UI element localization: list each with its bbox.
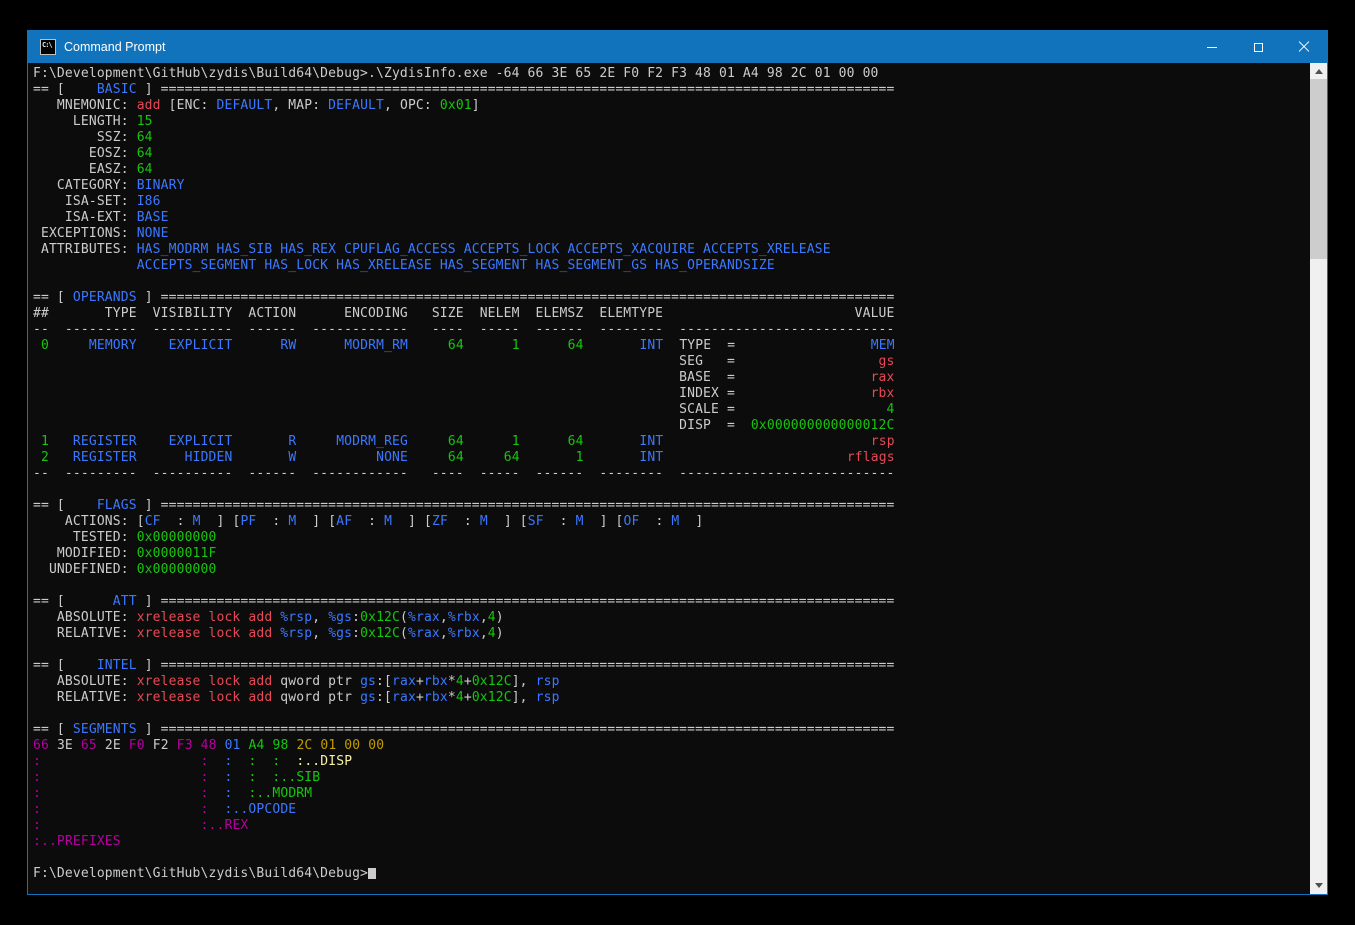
terminal-line: RELATIVE: xrelease lock add %rsp, %gs:0x… (33, 626, 1310, 642)
terminal-line (33, 578, 1310, 594)
cmd-icon[interactable]: C:\ (40, 39, 56, 55)
cmd-icon-text: C:\ (42, 41, 52, 49)
scroll-up-icon (1315, 69, 1323, 74)
terminal-line: EOSZ: 64 (33, 146, 1310, 162)
terminal-line: : :..REX (33, 818, 1310, 834)
terminal-line: ACCEPTS_SEGMENT HAS_LOCK HAS_XRELEASE HA… (33, 258, 1310, 274)
minimize-icon (1207, 47, 1217, 48)
terminal-line: == [ ATT ] =============================… (33, 594, 1310, 610)
terminal-line (33, 482, 1310, 498)
terminal-line: : : : : :..SIB (33, 770, 1310, 786)
terminal-line: MODIFIED: 0x0000011F (33, 546, 1310, 562)
terminal-line: == [ INTEL ] ===========================… (33, 658, 1310, 674)
scrollbar-up-button[interactable] (1310, 63, 1327, 80)
terminal-line: : : : :..MODRM (33, 786, 1310, 802)
terminal-line: ## TYPE VISIBILITY ACTION ENCODING SIZE … (33, 306, 1310, 322)
terminal-line: ABSOLUTE: xrelease lock add qword ptr gs… (33, 674, 1310, 690)
terminal-line: F:\Development\GitHub\zydis\Build64\Debu… (33, 66, 1310, 82)
terminal-line: MNEMONIC: add [ENC: DEFAULT, MAP: DEFAUL… (33, 98, 1310, 114)
terminal-line: : : : : : :..DISP (33, 754, 1310, 770)
terminal-line: UNDEFINED: 0x00000000 (33, 562, 1310, 578)
maximize-button[interactable] (1235, 31, 1281, 63)
terminal-line (33, 706, 1310, 722)
terminal-line (33, 274, 1310, 290)
terminal-line: ACTIONS: [CF : M ] [PF : M ] [AF : M ] [… (33, 514, 1310, 530)
terminal-line: F:\Development\GitHub\zydis\Build64\Debu… (33, 866, 1310, 882)
terminal-line: -- --------- ---------- ------ ---------… (33, 466, 1310, 482)
terminal-content: F:\Development\GitHub\zydis\Build64\Debu… (28, 63, 1310, 894)
terminal-line: ISA-EXT: BASE (33, 210, 1310, 226)
terminal-line: ABSOLUTE: xrelease lock add %rsp, %gs:0x… (33, 610, 1310, 626)
terminal-line: INDEX = rbx (33, 386, 1310, 402)
terminal-line: SEG = gs (33, 354, 1310, 370)
terminal-line: DISP = 0x000000000000012C (33, 418, 1310, 434)
terminal-line: == [ SEGMENTS ] ========================… (33, 722, 1310, 738)
terminal-line: 1 REGISTER EXPLICIT R MODRM_REG 64 1 64 … (33, 434, 1310, 450)
scrollbar[interactable] (1310, 63, 1327, 894)
scrollbar-thumb[interactable] (1310, 79, 1327, 259)
scrollbar-down-button[interactable] (1310, 877, 1327, 894)
terminal-line: BASE = rax (33, 370, 1310, 386)
terminal-line: -- --------- ---------- ------ ---------… (33, 322, 1310, 338)
terminal-line (33, 642, 1310, 658)
terminal-line: SSZ: 64 (33, 130, 1310, 146)
terminal-line: ATTRIBUTES: HAS_MODRM HAS_SIB HAS_REX CP… (33, 242, 1310, 258)
terminal-line: CATEGORY: BINARY (33, 178, 1310, 194)
window-title: Command Prompt (64, 40, 1189, 54)
minimize-button[interactable] (1189, 31, 1235, 63)
terminal-line (33, 850, 1310, 866)
terminal-line: 66 3E 65 2E F0 F2 F3 48 01 A4 98 2C 01 0… (33, 738, 1310, 754)
terminal-line: LENGTH: 15 (33, 114, 1310, 130)
text-cursor (368, 868, 376, 879)
close-button[interactable] (1281, 31, 1327, 63)
terminal-line: EASZ: 64 (33, 162, 1310, 178)
terminal-line: TESTED: 0x00000000 (33, 530, 1310, 546)
terminal-line: : : :..OPCODE (33, 802, 1310, 818)
terminal-line: 0 MEMORY EXPLICIT RW MODRM_RM 64 1 64 IN… (33, 338, 1310, 354)
titlebar[interactable]: C:\ Command Prompt (28, 31, 1327, 63)
terminal-line: == [ FLAGS ] ===========================… (33, 498, 1310, 514)
terminal-line: EXCEPTIONS: NONE (33, 226, 1310, 242)
terminal-line: 2 REGISTER HIDDEN W NONE 64 64 1 INT rfl… (33, 450, 1310, 466)
maximize-icon (1254, 43, 1263, 52)
terminal-line: SCALE = 4 (33, 402, 1310, 418)
terminal-line: == [ OPERANDS ] ========================… (33, 290, 1310, 306)
terminal-line: ISA-SET: I86 (33, 194, 1310, 210)
command-prompt-window: C:\ Command Prompt F:\Development\GitHub… (27, 30, 1328, 895)
terminal-line: RELATIVE: xrelease lock add qword ptr gs… (33, 690, 1310, 706)
close-icon (1298, 41, 1310, 53)
terminal-line: :..PREFIXES (33, 834, 1310, 850)
console-area: F:\Development\GitHub\zydis\Build64\Debu… (28, 63, 1327, 894)
terminal-line: == [ BASIC ] ===========================… (33, 82, 1310, 98)
scroll-down-icon (1315, 883, 1323, 888)
